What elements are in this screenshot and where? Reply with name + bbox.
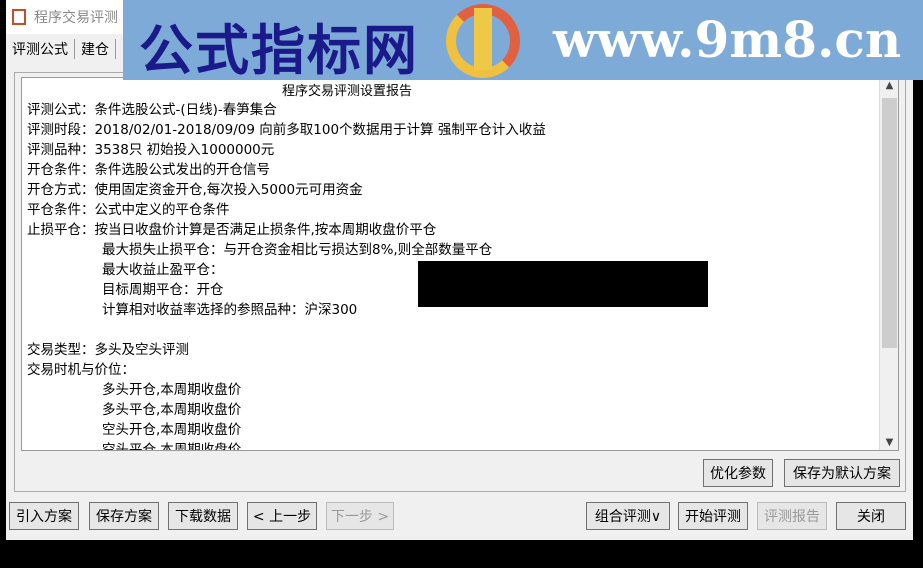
report-line: 空头平仓,本周期收盘价 [102, 442, 242, 451]
tab-formula[interactable]: 评测公式 [6, 39, 75, 59]
scroll-down-icon[interactable]: ▼ [880, 437, 898, 448]
report-line: 目标周期平仓：开仓 [102, 282, 224, 298]
start-evaluate-button[interactable]: 开始评测 [678, 502, 748, 530]
save-default-button[interactable]: 保存为默认方案 [784, 459, 900, 487]
report-line: 交易类型：多头及空头评测 [27, 342, 189, 358]
report-line: 多头开仓,本周期收盘价 [102, 382, 242, 398]
report-line: 最大损失止损平仓：与开仓资金相比亏损达到8%,则全部数量平仓 [102, 242, 493, 258]
vertical-scrollbar[interactable]: ▲ ▼ [879, 78, 898, 450]
watermark-text: 公式指标网 [139, 19, 419, 82]
report-line: 评测时段：2018/02/01-2018/09/09 向前多取100个数据用于计… [27, 122, 546, 138]
report-line: 评测公式：条件选股公式-(日线)-春笋集合 [27, 102, 277, 118]
report-line: 交易时机与价位： [27, 362, 135, 378]
report-line: 开仓方式：使用固定资金开仓,每次投入5000元可用资金 [27, 182, 363, 198]
report-textbox[interactable]: 程序交易评测设置报告 评测公式：条件选股公式-(日线)-春笋集合 评测时段：20… [21, 77, 899, 451]
save-scheme-button[interactable]: 保存方案 [89, 502, 159, 530]
report-line: 平仓条件：公式中定义的平仓条件 [27, 202, 230, 218]
window-icon [12, 9, 26, 25]
report-line: 多头平仓,本周期收盘价 [102, 402, 242, 418]
scroll-thumb[interactable] [882, 98, 897, 348]
redaction-box [418, 261, 708, 307]
watermark-banner: 公式指标网 www.9m8.cn [123, 0, 923, 82]
download-data-button[interactable]: 下载数据 [168, 502, 238, 530]
report-line: 评测品种：3538只 初始投入1000000元 [27, 142, 275, 158]
tab-bar: 评测公式 建仓 [6, 36, 116, 62]
import-scheme-button[interactable]: 引入方案 [9, 502, 79, 530]
evaluate-report-button[interactable]: 评测报告 [757, 502, 827, 530]
report-line: 开仓条件：条件选股公式发出的开仓信号 [27, 162, 270, 178]
watermark-url: www.9m8.cn [553, 10, 902, 69]
report-line: 最大收益止盈平仓： [102, 262, 224, 278]
prev-step-button[interactable]: < 上一步 [247, 502, 317, 530]
scroll-up-icon[interactable]: ▲ [880, 80, 898, 91]
report-line: 计算相对收益率选择的参照品种：沪深300 [102, 302, 358, 318]
report-panel: 程序交易评测设置报告 评测公式：条件选股公式-(日线)-春笋集合 评测时段：20… [14, 72, 906, 492]
watermark-logo-icon [446, 4, 520, 78]
report-line: 空头开仓,本周期收盘价 [102, 422, 242, 438]
report-line: 止损平仓：按当日收盘价计算是否满足止损条件,按本周期收盘价平仓 [27, 222, 437, 238]
tab-open-position[interactable]: 建仓 [75, 39, 116, 59]
next-step-button[interactable]: 下一步 > [326, 502, 394, 530]
optimize-params-button[interactable]: 优化参数 [703, 459, 773, 487]
window-title: 程序交易评测 [34, 10, 118, 26]
close-button[interactable]: 关闭 [836, 502, 906, 530]
combo-evaluate-button[interactable]: 组合评测∨ [586, 502, 670, 530]
